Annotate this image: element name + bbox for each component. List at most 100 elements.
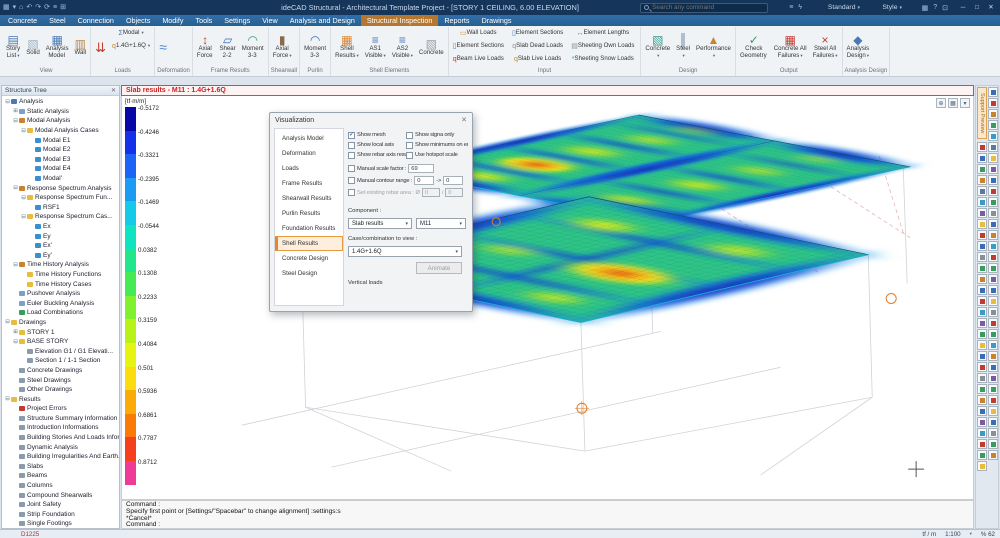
tree-item[interactable]: ⊟ BASE STORY [2,337,119,347]
tree-expander-icon[interactable]: ⊟ [12,339,19,345]
checkbox[interactable]: Use hotspot scale [406,150,468,160]
toolbar-icon[interactable] [988,285,998,295]
tree-item[interactable]: ⊞ STORY 1 [2,327,119,337]
toolbar-icon[interactable] [977,362,987,372]
dialog-nav-item[interactable]: Foundation Results [275,221,343,236]
tree-item[interactable]: Introduction Informations [2,423,119,433]
tree-item[interactable]: ⊟ Analysis [2,97,119,107]
tree-item[interactable]: Dynamic Analysis [2,442,119,452]
toolbar-icon[interactable] [988,109,998,119]
tree-item[interactable]: Slabs [2,462,119,472]
toolbar-icon[interactable] [988,153,998,163]
tree-expander-icon[interactable]: ⊞ [12,108,19,114]
toolbar-icon[interactable] [977,252,987,262]
ribbon-tab[interactable]: Concrete [2,15,43,26]
dialog-nav-item[interactable]: Purlin Results [275,206,343,221]
toolbar-icon[interactable] [988,329,998,339]
ribbon-button[interactable]: ▦ Analysis Model [44,27,71,67]
tree-item[interactable]: ⊟ Time History Analysis [2,260,119,270]
contour-range-checkbox[interactable] [348,177,355,184]
ribbon-button[interactable]: Σ Modal ▾ [110,27,152,40]
ribbon-button[interactable]: ◠ Moment 3-3 [240,27,266,67]
toolbar-icon[interactable] [988,384,998,394]
toolbar-icon[interactable] [988,252,998,262]
dialog-nav-item[interactable]: Steel Design [275,266,343,281]
tree-item[interactable]: Steel Drawings [2,375,119,385]
standard-dropdown[interactable]: Standard ▾ [828,0,860,15]
ribbon-button[interactable]: ≡ AS2 Visible▾ [390,27,415,67]
close-icon[interactable]: ✕ [111,87,116,94]
ribbon-button[interactable]: q Beam Live Loads [451,53,508,66]
toolbar-icon[interactable] [988,417,998,427]
titlebar-icon[interactable]: ϟ [798,4,802,11]
toolbar-icon[interactable] [977,329,987,339]
toolbar-icon[interactable] [977,274,987,284]
tree-item[interactable]: Modal E4 [2,164,119,174]
tree-item[interactable]: ⊟ Response Spectrum Analysis [2,183,119,193]
tree-item[interactable]: ⊟ Drawings [2,318,119,328]
dialog-nav-item[interactable]: Deformation [275,146,343,161]
ribbon-button[interactable]: × Steel All Failures▾ [811,27,840,67]
tree-item[interactable]: Strip Foundation [2,510,119,520]
toolbar-icon[interactable] [988,219,998,229]
rebar-area-checkbox[interactable] [348,189,355,196]
tree-item[interactable]: Modal E2 [2,145,119,155]
tree-expander-icon[interactable]: ⊟ [12,118,19,124]
window-button[interactable]: □ [970,0,984,15]
checkbox-box[interactable] [406,132,413,139]
tree-item[interactable]: Ey [2,231,119,241]
ribbon-button[interactable]: ▥ Wall [73,27,89,67]
tree-item[interactable]: Project Errors [2,404,119,414]
quick-access-icon[interactable]: ▦ [3,0,10,15]
ribbon-tab[interactable]: Drawings [476,15,518,26]
toolbar-icon[interactable] [977,384,987,394]
tree-item[interactable]: Euler Buckling Analysis [2,298,119,308]
close-icon[interactable]: ✕ [461,116,467,124]
tree-item[interactable]: Joint Safety [2,500,119,510]
component-type-dropdown[interactable]: Slab results ▾ [348,218,412,229]
toolbar-icon[interactable] [988,406,998,416]
command-search[interactable] [640,3,768,13]
tree-item[interactable]: Structure Summary Information [2,414,119,424]
checkbox[interactable]: Show local axis [348,140,413,150]
model-viewport[interactable]: [tf·m/m] -0.5172 -0.4246 -0.3321 [121,96,974,500]
dialog-nav-item[interactable]: Analysis Model [275,131,343,146]
ribbon-button[interactable]: ▧ Solid [24,27,42,67]
support-preview-tab[interactable]: Support Preview [977,87,987,139]
checkbox-box[interactable] [348,142,355,149]
toolbar-icon[interactable] [988,131,998,141]
toolbar-icon[interactable] [988,164,998,174]
tree-item[interactable]: ⊞ Static Analysis [2,107,119,117]
style-dropdown[interactable]: Style ▾ [882,0,902,15]
rebar-spacing-input[interactable] [445,188,463,197]
toolbar-icon[interactable] [988,307,998,317]
tree-item[interactable]: Elevation G1 / G1 Elevati... [2,346,119,356]
ribbon-tab[interactable]: Settings [218,15,256,26]
toolbar-icon[interactable] [988,362,998,372]
tree-expander-icon[interactable]: ⊟ [4,319,11,325]
toolbar-icon[interactable] [988,263,998,273]
tree-expander-icon[interactable]: ⊟ [20,214,27,220]
ribbon-button[interactable]: ▭ Wall Loads [451,27,508,40]
quick-access-icon[interactable]: ⌂ [19,0,23,15]
ribbon-button[interactable]: ▮ Axial Force▾ [271,27,294,67]
status-scale[interactable]: 1:100 [945,531,960,538]
toolbar-icon[interactable] [988,439,998,449]
case-combination-dropdown[interactable]: 1.4G+1.6Q ▾ [348,246,462,257]
animate-button[interactable]: Animate [416,262,462,274]
ribbon-button[interactable]: q Slab Dead Loads [510,40,567,53]
toolbar-icon[interactable] [977,428,987,438]
tree-expander-icon[interactable]: ⊟ [20,195,27,201]
ribbon-tab[interactable]: Tools [189,15,218,26]
ribbon-tab[interactable]: Reports [438,15,475,26]
tree-item[interactable]: Ex [2,222,119,232]
viewport-tool-icon[interactable]: ▾ [960,98,970,108]
ribbon-button[interactable]: * Sheeting Snow Loads [569,53,638,66]
toolbar-icon[interactable] [988,197,998,207]
tree-item[interactable]: Building Irregularities And Earth... [2,452,119,462]
tree-expander-icon[interactable]: ⊟ [4,396,11,402]
ribbon-button[interactable]: ↔ Element Lengths [569,27,638,40]
ribbon-tab[interactable]: Modify [156,15,189,26]
ribbon-button[interactable]: ▧ Concrete [417,27,446,67]
ribbon-tab[interactable]: View [256,15,283,26]
